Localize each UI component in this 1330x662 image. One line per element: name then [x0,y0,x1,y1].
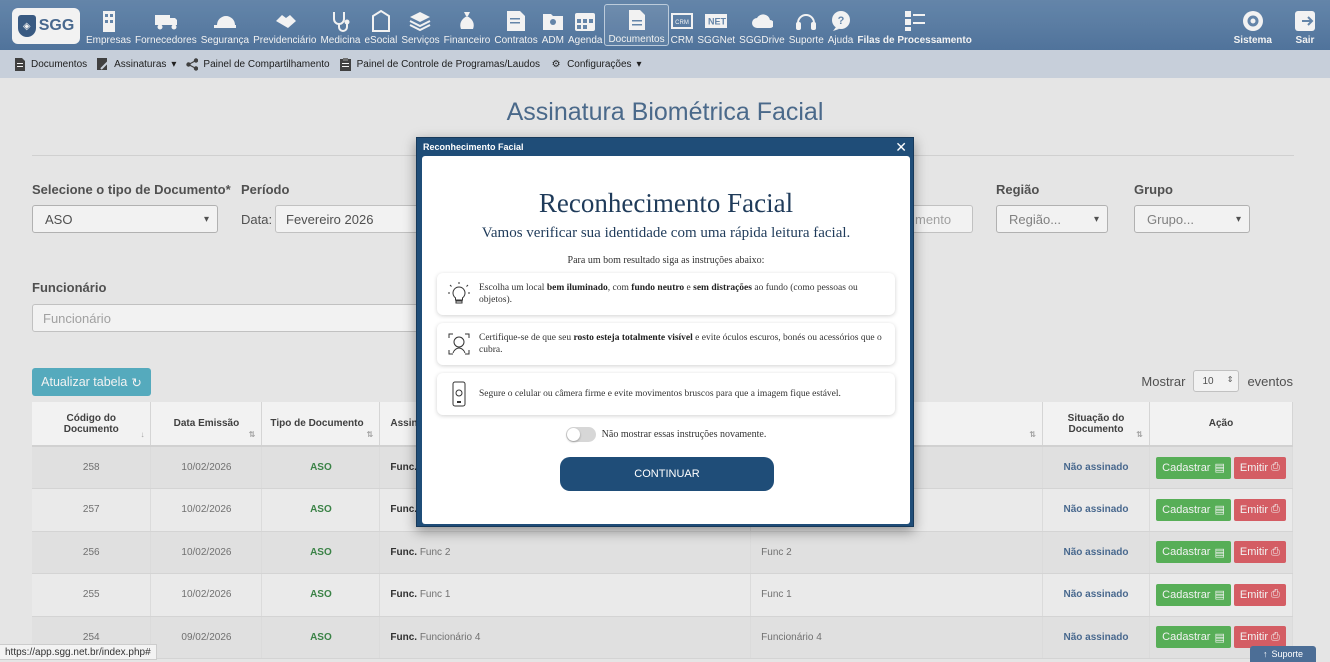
modal-title: Reconhecimento Facial [423,142,524,152]
tip-lighting-card: Escolha um local bem iluminado, com fund… [437,273,895,315]
modal-heading: Reconhecimento Facial [538,188,794,218]
phone-camera-icon [447,381,471,407]
modal-subheading: Vamos verificar sua identidade com uma r… [481,225,851,241]
modal-hint: Para um bom resultado siga as instruções… [567,255,765,266]
modal-body: Reconhecimento Facial Vamos verificar su… [422,156,910,524]
close-icon[interactable]: ✕ [895,139,907,156]
tip1-b3: sem distrações [693,283,752,293]
tip1-b1: bem iluminado [546,283,608,293]
tip2-a: Certifique-se de que seu [479,333,574,343]
tip1-b2: fundo neutro [631,283,685,293]
lightbulb-icon [447,281,471,307]
tip-face-text: Certifique-se de que seu rosto esteja to… [479,332,885,356]
tip1-c: , com [607,283,632,293]
face-scan-icon [447,331,471,357]
tip1-d: e [684,283,694,293]
tip2-b1: rosto esteja totalmente visível [573,333,693,343]
arrow-up-icon: ↑ [1262,649,1268,659]
status-url-bar: https://app.sgg.net.br/index.php# [0,644,157,660]
facial-recognition-modal: Reconhecimento Facial ✕ Reconhecimento F… [416,137,914,527]
suporte-tab[interactable]: ↑ Suporte [1250,646,1316,662]
dont-show-row: Não mostrar essas instruções novamente. [422,427,910,442]
tip-face-card: Certifique-se de que seu rosto esteja to… [437,323,895,365]
tip-stable-text: Segure o celular ou câmera firme e evite… [479,389,841,399]
dont-show-toggle[interactable] [565,427,596,442]
dont-show-label: Não mostrar essas instruções novamente. [601,429,767,440]
suporte-label: Suporte [1271,649,1304,659]
continuar-button[interactable]: CONTINUAR [560,457,774,491]
tip1-a: Escolha um local [479,283,547,293]
tip-stable-card: Segure o celular ou câmera firme e evite… [437,373,895,415]
tip-lighting-text: Escolha um local bem iluminado, com fund… [479,282,885,306]
